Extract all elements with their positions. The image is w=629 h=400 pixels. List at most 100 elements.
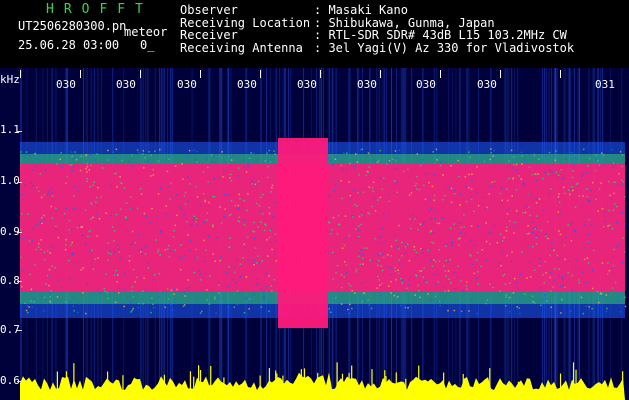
y-tick-label: 0.6: [0, 374, 20, 387]
noise-speckle: [505, 294, 508, 296]
noise-speckle: [601, 207, 604, 210]
noise-speckle: [71, 163, 73, 166]
noise-speckle: [614, 281, 617, 284]
noise-speckle: [578, 282, 581, 284]
noise-speckle: [471, 179, 473, 182]
y-tick-mark: [17, 330, 22, 331]
noise-speckle: [535, 243, 538, 245]
noise-speckle: [213, 195, 216, 198]
noise-speckle: [334, 296, 337, 299]
noise-speckle: [140, 252, 143, 255]
time-fraction: 0_: [140, 38, 155, 52]
spectrum-spike: [56, 371, 59, 400]
noise-speckle: [136, 207, 139, 210]
noise-speckle: [552, 286, 554, 289]
spectrum-spike: [210, 365, 212, 400]
noise-speckle: [493, 149, 495, 152]
noise-speckle: [420, 270, 423, 272]
noise-speckle: [221, 151, 224, 153]
y-tick-label: 1.0: [0, 174, 20, 187]
noise-speckle: [445, 245, 447, 247]
noise-speckle: [205, 249, 207, 251]
noise-speckle: [459, 193, 461, 196]
noise-speckle: [445, 259, 448, 262]
noise-speckle: [560, 285, 562, 288]
noise-speckle: [596, 290, 599, 293]
noise-speckle: [486, 299, 488, 302]
noise-speckle: [232, 155, 235, 157]
noise-speckle: [219, 206, 221, 208]
noise-speckle: [383, 256, 385, 259]
y-tick-mark: [17, 131, 22, 132]
noise-speckle: [36, 186, 38, 189]
noise-speckle: [573, 164, 575, 166]
noise-speckle: [100, 196, 102, 199]
noise-speckle: [565, 236, 567, 239]
noise-speckle: [363, 247, 366, 249]
noise-speckle: [181, 163, 183, 165]
noise-speckle: [329, 311, 332, 314]
noise-speckle: [30, 288, 33, 291]
noise-speckle: [491, 181, 493, 183]
noise-speckle: [145, 215, 148, 218]
noise-speckle: [430, 259, 432, 261]
noise-speckle: [603, 164, 605, 167]
noise-speckle: [379, 294, 382, 296]
noise-speckle: [168, 256, 171, 258]
spectrum-spike: [353, 379, 355, 400]
noise-speckle: [95, 214, 97, 216]
noise-speckle: [423, 267, 425, 269]
noise-speckle: [204, 260, 206, 263]
noise-speckle: [136, 276, 138, 279]
noise-speckle: [25, 151, 28, 153]
spectrum-spike: [384, 370, 386, 400]
noise-speckle: [582, 173, 584, 175]
noise-speckle: [450, 201, 453, 204]
noise-speckle: [398, 149, 401, 151]
noise-speckle: [520, 178, 522, 180]
noise-speckle: [595, 154, 598, 156]
noise-speckle: [43, 251, 46, 253]
noise-speckle: [140, 248, 143, 250]
noise-speckle: [617, 300, 620, 302]
noise-speckle: [206, 212, 209, 214]
header-panel: HROFFT UT2506280300.pn meteor 25.06.28 0…: [0, 0, 629, 68]
noise-speckle: [38, 190, 40, 193]
noise-speckle: [255, 184, 258, 187]
noise-speckle: [253, 230, 256, 233]
noise-speckle: [89, 249, 91, 252]
noise-speckle: [348, 234, 350, 237]
noise-speckle: [345, 152, 348, 154]
noise-speckle: [540, 298, 543, 301]
noise-speckle: [460, 226, 462, 229]
noise-speckle: [70, 151, 73, 153]
noise-speckle: [536, 173, 538, 176]
noise-speckle: [413, 249, 416, 251]
noise-speckle: [183, 304, 186, 306]
noise-speckle: [422, 252, 425, 254]
noise-speckle: [419, 247, 422, 250]
spectrum-spike: [189, 371, 192, 400]
noise-speckle: [545, 233, 547, 235]
noise-speckle: [476, 166, 478, 168]
noise-speckle: [538, 198, 541, 200]
noise-speckle: [450, 242, 453, 244]
noise-speckle: [433, 209, 436, 211]
noise-speckle: [190, 224, 193, 226]
noise-speckle: [546, 220, 549, 223]
noise-speckle: [195, 158, 197, 161]
noise-speckle: [522, 211, 524, 214]
noise-speckle: [377, 275, 379, 278]
noise-speckle: [112, 151, 114, 153]
noise-speckle: [125, 217, 128, 220]
noise-speckle: [142, 290, 144, 292]
noise-speckle: [526, 233, 528, 235]
noise-speckle: [21, 213, 23, 215]
noise-speckle: [444, 290, 446, 293]
noise-speckle: [214, 177, 216, 180]
spectrum-spike: [572, 362, 575, 400]
noise-speckle: [406, 287, 408, 289]
noise-speckle: [120, 208, 122, 210]
noise-speckle: [47, 193, 49, 196]
noise-speckle: [43, 296, 46, 299]
